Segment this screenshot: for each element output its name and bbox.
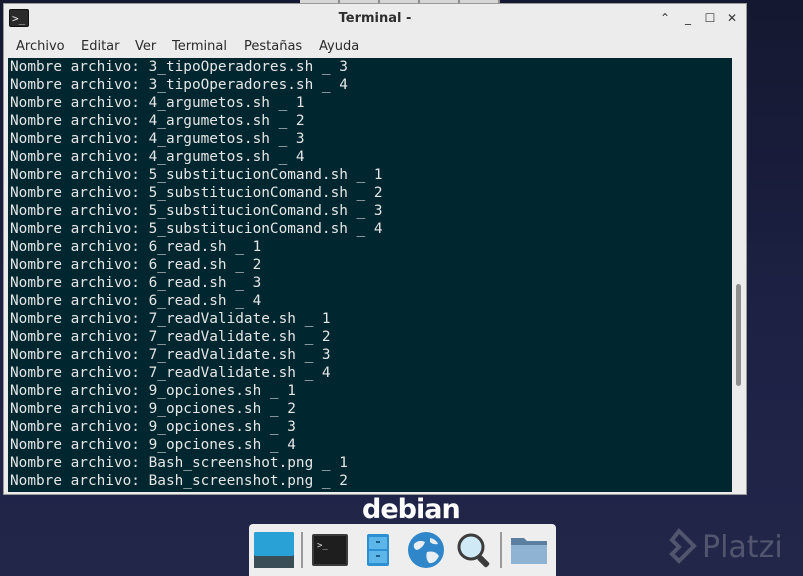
debian-logo: debian [362, 494, 461, 525]
terminal-output[interactable]: Nombre archivo: 3_tipoOperadores.sh _ 3 N… [8, 58, 732, 492]
menu-bar: Archivo Editar Ver Terminal Pestañas Ayu… [4, 34, 746, 58]
menu-archivo[interactable]: Archivo [16, 39, 65, 54]
terminal-line: Nombre archivo: 7_readValidate.sh _ 3 [10, 347, 331, 363]
terminal-line: Nombre archivo: 3_tipoOperadores.sh _ 3 [10, 59, 348, 75]
terminal-line: Nombre archivo: 7_readValidate.sh _ 4 [10, 365, 331, 381]
menu-pestanas[interactable]: Pestañas [244, 39, 302, 54]
terminal-line: Nombre archivo: 4_argumetos.sh _ 2 [10, 113, 305, 129]
terminal-line: Nombre archivo: 4_argumetos.sh _ 4 [10, 149, 305, 165]
terminal-icon[interactable]: >_ [309, 530, 351, 570]
platzi-logo-icon [669, 527, 697, 564]
terminal-line: Nombre archivo: 5_substitucionComand.sh … [10, 185, 383, 201]
minimize-icon[interactable]: _ [680, 10, 696, 26]
terminal-line: Nombre archivo: 9_opciones.sh _ 3 [10, 419, 296, 435]
shade-up-icon[interactable]: ⌃ [657, 10, 673, 26]
window-titlebar[interactable]: >_ Terminal - ⌃ _ ☐ ✕ [4, 4, 746, 35]
menu-terminal[interactable]: Terminal [172, 39, 227, 54]
terminal-line: Nombre archivo: Bash_screenshot.png _ 2 [10, 473, 348, 489]
terminal-lines: Nombre archivo: 3_tipoOperadores.sh _ 3 N… [10, 58, 383, 490]
terminal-line: Nombre archivo: 6_read.sh _ 1 [10, 239, 262, 255]
terminal-scrollbar[interactable] [733, 58, 744, 492]
terminal-line: Nombre archivo: 5_substitucionComand.sh … [10, 221, 383, 237]
terminal-window: >_ Terminal - ⌃ _ ☐ ✕ Archivo Editar Ver… [3, 3, 747, 495]
terminal-line: Nombre archivo: 7_readValidate.sh _ 2 [10, 329, 331, 345]
terminal-line: Nombre archivo: 4_argumetos.sh _ 3 [10, 131, 305, 147]
terminal-line: Nombre archivo: 9_opciones.sh _ 4 [10, 437, 296, 453]
terminal-line: Nombre archivo: 6_read.sh _ 4 [10, 293, 262, 309]
scrollbar-thumb[interactable] [736, 284, 741, 386]
menu-ver[interactable]: Ver [135, 39, 156, 54]
terminal-line: Nombre archivo: 9_opciones.sh _ 2 [10, 401, 296, 417]
web-browser-icon[interactable] [405, 530, 447, 570]
terminal-line: Nombre archivo: 6_read.sh _ 3 [10, 275, 262, 291]
file-manager-icon[interactable] [357, 530, 399, 570]
terminal-line: Nombre archivo: 3_tipoOperadores.sh _ 4 [10, 77, 348, 93]
app-finder-icon[interactable] [453, 530, 495, 570]
watermark-text: Platzi [702, 530, 783, 565]
dock-panel: >_ [249, 524, 556, 576]
terminal-line: Nombre archivo: 4_argumetos.sh _ 1 [10, 95, 305, 111]
menu-ayuda[interactable]: Ayuda [319, 39, 359, 54]
menu-editar[interactable]: Editar [81, 39, 120, 54]
terminal-line: Nombre archivo: 9_opciones.sh _ 1 [10, 383, 296, 399]
close-icon[interactable]: ✕ [724, 10, 740, 26]
show-desktop-icon[interactable] [253, 530, 295, 570]
terminal-line: Nombre archivo: 6_read.sh _ 2 [10, 257, 262, 273]
dock-separator [500, 532, 502, 568]
terminal-line: Nombre archivo: 7_readValidate.sh _ 1 [10, 311, 331, 327]
maximize-icon[interactable]: ☐ [702, 10, 718, 26]
svg-text:>_: >_ [317, 541, 328, 551]
terminal-line: Nombre archivo: Bash_screenshot.png _ 1 [10, 455, 348, 471]
terminal-line: Nombre archivo: 5_substitucionComand.sh … [10, 203, 383, 219]
folder-icon[interactable] [508, 530, 550, 570]
dock-separator [301, 532, 303, 568]
terminal-line: Nombre archivo: 5_substitucionComand.sh … [10, 167, 383, 183]
platzi-watermark: Platzi [660, 527, 800, 568]
window-title: Terminal - [338, 11, 412, 26]
